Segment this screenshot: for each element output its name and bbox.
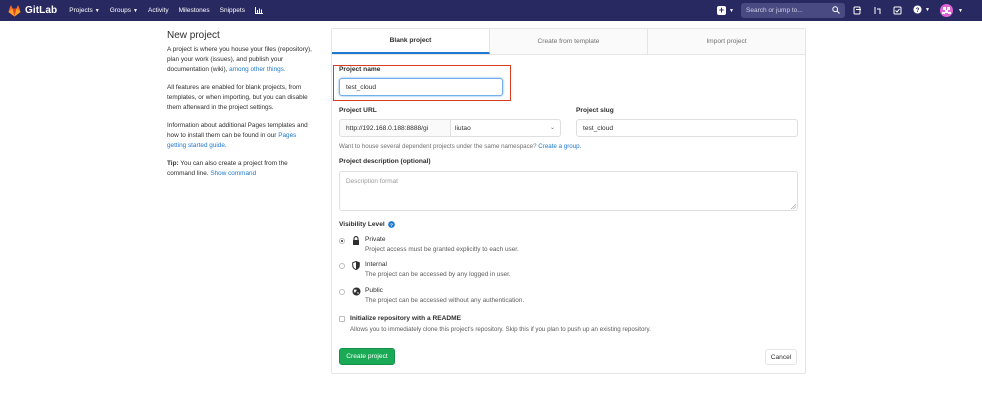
chevron-down-icon: ▼ xyxy=(94,7,100,14)
chevron-down-icon: ▼ xyxy=(925,6,930,13)
top-navbar: GitLab Projects ▼ Groups ▼ Activity Milest… xyxy=(0,0,982,21)
info-paragraph-3-end: . xyxy=(224,142,227,149)
nav-activity[interactable]: Activity xyxy=(148,7,169,14)
merge-request-icon[interactable] xyxy=(873,6,882,15)
new-dropdown-button[interactable]: + ▼ xyxy=(717,6,734,15)
project-slug-label: Project slug xyxy=(576,107,614,114)
nav-projects-label: Projects xyxy=(69,7,93,14)
tip-label: Tip: xyxy=(167,160,179,167)
project-url-field: http://192.168.0.188:8888/gi liutao ⌄ xyxy=(339,119,561,137)
issues-board-icon[interactable] xyxy=(853,6,862,15)
question-icon: ? xyxy=(913,5,922,14)
chart-icon[interactable] xyxy=(254,7,263,14)
show-command-link[interactable]: Show command xyxy=(210,170,256,177)
page-title: New project xyxy=(167,30,220,41)
readme-label[interactable]: Initialize repository with a README xyxy=(350,315,461,322)
visibility-radio-internal[interactable] xyxy=(339,263,345,269)
project-url-prefix: http://192.168.0.188:8888/gi xyxy=(340,120,451,136)
info-paragraph-2: All features are enabled for blank proje… xyxy=(167,84,308,111)
namespace-help-text: Want to house several dependent projects… xyxy=(339,143,581,150)
create-group-link[interactable]: Create a group. xyxy=(538,143,581,150)
info-paragraph-1: A project is where you house your files … xyxy=(167,45,313,75)
question-icon[interactable]: ? xyxy=(387,221,395,228)
svg-text:?: ? xyxy=(390,222,393,228)
svg-text:?: ? xyxy=(916,7,920,14)
tab-blank-project[interactable]: Blank project xyxy=(332,29,490,54)
nav-groups[interactable]: Groups ▼ xyxy=(110,7,138,14)
namespace-select[interactable]: liutao xyxy=(451,125,560,132)
todo-icon[interactable] xyxy=(893,6,902,15)
nav-snippets[interactable]: Snippets xyxy=(220,7,245,14)
create-project-button[interactable]: Create project xyxy=(339,348,395,365)
plus-icon: + xyxy=(717,5,726,15)
description-label: Project description (optional) xyxy=(339,158,431,165)
chevron-down-icon: ▼ xyxy=(729,7,734,14)
avatar xyxy=(940,4,953,17)
project-name-label: Project name xyxy=(339,66,381,73)
visibility-label-text: Visibility Level xyxy=(339,221,385,228)
visibility-desc-public: The project can be accessed without any … xyxy=(365,297,525,304)
lock-icon xyxy=(353,236,359,245)
project-url-label: Project URL xyxy=(339,107,377,114)
cancel-button[interactable]: Cancel xyxy=(765,349,797,365)
nav-projects[interactable]: Projects ▼ xyxy=(69,7,99,14)
visibility-title-public: Public xyxy=(365,287,383,294)
chevron-down-icon: ⌄ xyxy=(549,125,555,131)
user-menu-button[interactable]: ▼ xyxy=(940,0,982,21)
search-box[interactable]: Search or jump to... xyxy=(741,3,845,18)
project-type-tabs: Blank project Create from template Impor… xyxy=(332,29,805,55)
info-column: New project A project is where you house… xyxy=(167,30,313,187)
nav-milestones[interactable]: Milestones xyxy=(179,7,210,14)
chevron-down-icon: ▼ xyxy=(133,7,138,14)
tab-import-project[interactable]: Import project xyxy=(648,29,805,54)
help-dropdown-button[interactable]: ? ▼ xyxy=(913,5,930,14)
brand-name: GitLab xyxy=(25,5,58,16)
tip-paragraph: Tip: You can also create a project from … xyxy=(167,159,313,179)
shield-icon xyxy=(352,261,360,270)
search-input[interactable]: Search or jump to... xyxy=(746,7,803,14)
readme-checkbox[interactable] xyxy=(339,316,345,322)
visibility-title-private: Private xyxy=(365,236,386,243)
chevron-down-icon: ▼ xyxy=(958,8,963,14)
visibility-desc-internal: The project can be accessed by any logge… xyxy=(365,271,511,278)
search-icon xyxy=(832,6,840,14)
description-textarea[interactable]: Description format xyxy=(339,171,798,211)
visibility-title-internal: Internal xyxy=(365,261,387,268)
resize-handle-icon[interactable] xyxy=(791,204,796,209)
gitlab-logo-icon xyxy=(8,4,21,16)
readme-description: Allows you to immediately clone this pro… xyxy=(350,326,651,333)
visibility-label: Visibility Level ? xyxy=(339,221,395,228)
visibility-radio-private[interactable] xyxy=(339,238,345,244)
project-slug-input[interactable]: test_cloud xyxy=(576,119,798,137)
visibility-radio-public[interactable] xyxy=(339,289,345,295)
tab-create-from-template[interactable]: Create from template xyxy=(490,29,648,54)
among-other-things-link[interactable]: among other things. xyxy=(229,66,286,73)
namespace-help-copy: Want to house several dependent projects… xyxy=(339,143,537,150)
visibility-desc-private: Project access must be granted explicitl… xyxy=(365,246,519,253)
gitlab-home-link[interactable]: GitLab xyxy=(8,4,58,17)
nav-groups-label: Groups xyxy=(109,7,132,14)
description-placeholder: Description format xyxy=(346,178,398,185)
info-paragraph-3: Information about additional Pages templ… xyxy=(167,121,313,151)
globe-icon xyxy=(352,287,361,296)
project-name-input[interactable]: test_cloud xyxy=(339,78,503,96)
